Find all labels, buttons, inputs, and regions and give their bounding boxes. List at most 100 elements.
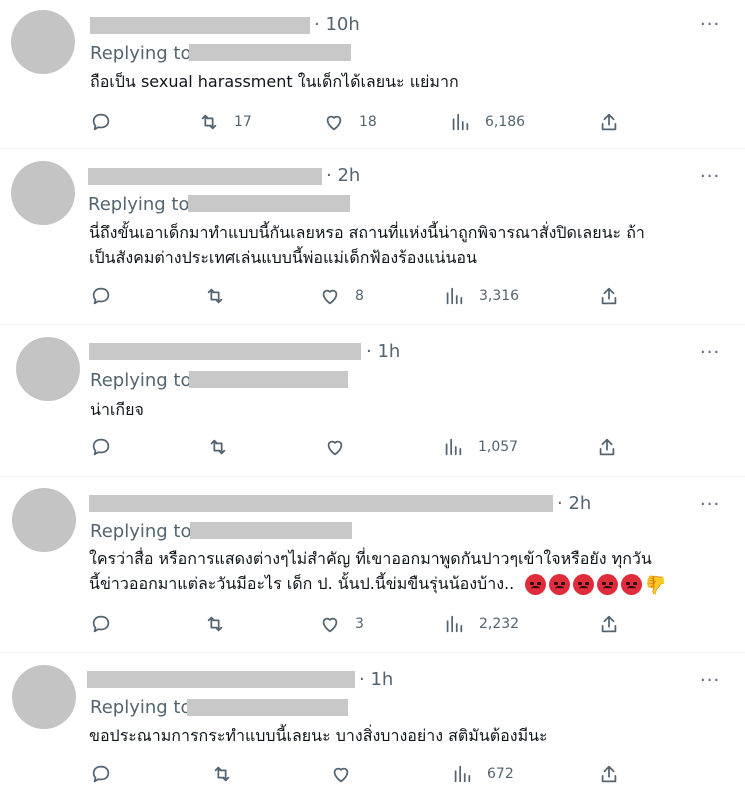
like-button[interactable]: 3	[319, 612, 364, 636]
redacted-handle	[187, 699, 348, 716]
retweet-button[interactable]	[207, 435, 229, 459]
like-count: 3	[355, 616, 364, 632]
share-icon	[601, 287, 617, 305]
replying-to-label: Replying to	[90, 521, 192, 542]
retweet-count: 17	[234, 114, 252, 130]
avatar[interactable]	[11, 161, 75, 225]
share-button[interactable]	[598, 110, 620, 134]
reply-icon	[92, 113, 110, 131]
share-button[interactable]	[598, 612, 620, 636]
timestamp[interactable]: · 2h	[557, 493, 591, 514]
view-count: 3,316	[479, 288, 520, 304]
reply-button[interactable]	[90, 612, 112, 636]
views-icon	[446, 287, 463, 305]
emoji-group: 👍	[525, 574, 668, 595]
heart-icon	[326, 115, 342, 131]
views-button[interactable]: 2,232	[443, 612, 519, 636]
views-icon	[446, 615, 463, 633]
avatar[interactable]	[16, 337, 80, 401]
tweet-4[interactable]: · 2h ··· Replying to ใครว่าสื่อ หรือการแ…	[0, 477, 745, 653]
like-button[interactable]	[324, 435, 346, 459]
replying-to-label: Replying to	[90, 697, 192, 718]
reply-button[interactable]	[90, 284, 112, 308]
like-button[interactable]: 8	[319, 284, 364, 308]
view-count: 1,057	[478, 439, 519, 455]
retweet-button[interactable]: 17	[198, 110, 252, 134]
reply-icon	[92, 287, 110, 305]
redacted-username	[88, 168, 322, 185]
redacted-username	[89, 343, 361, 360]
angry-face-icon	[573, 574, 595, 595]
reply-button[interactable]	[90, 110, 112, 134]
more-options-icon[interactable]: ···	[700, 496, 720, 514]
tweet-line: น่าเกียจ	[90, 400, 144, 419]
views-button[interactable]: 1,057	[442, 435, 518, 459]
tweet-line: นี่ถึงขั้นเอาเด็กมาทำแบบนี้กันเลยหรอ สถา…	[89, 223, 645, 242]
replying-to-label: Replying to	[90, 370, 192, 391]
tweet-3[interactable]: · 1h ··· Replying to น่าเกียจ 1,057	[0, 325, 745, 477]
angry-face-icon	[525, 574, 547, 595]
reply-icon	[92, 438, 110, 456]
reply-button[interactable]	[90, 762, 112, 786]
retweet-icon	[210, 439, 226, 455]
views-button[interactable]: 3,316	[443, 284, 519, 308]
tweet-1[interactable]: · 10h ··· Replying to ถือเป็น sexual har…	[0, 0, 745, 149]
view-count: 672	[487, 766, 514, 782]
retweet-icon	[207, 288, 223, 304]
retweet-icon	[207, 616, 223, 632]
redacted-username	[89, 495, 553, 512]
share-icon	[601, 113, 617, 131]
redacted-handle	[188, 195, 350, 212]
tweet-line: นี้ข่าวออกมาแต่ละวันมีอะไร เด็ก ป. นั้นป…	[89, 574, 515, 593]
tweet-line-with-emoji: นี้ข่าวออกมาแต่ละวันมีอะไร เด็ก ป. นั้นป…	[89, 571, 668, 596]
timestamp[interactable]: · 1h	[366, 341, 400, 362]
views-button[interactable]: 672	[451, 762, 514, 786]
timestamp[interactable]: · 10h	[314, 14, 360, 35]
tweet-line: ใครว่าสื่อ หรือการแสดงต่างๆไม่สำคัญ ที่เ…	[89, 549, 652, 568]
share-button[interactable]	[598, 284, 620, 308]
tweet-5[interactable]: · 1h ··· Replying to ขอประณามการกระทำแบบ…	[0, 653, 745, 801]
redacted-handle	[190, 522, 352, 539]
retweet-button[interactable]	[211, 762, 233, 786]
timestamp[interactable]: · 1h	[359, 669, 393, 690]
like-count: 18	[359, 114, 377, 130]
more-options-icon[interactable]: ···	[700, 672, 720, 690]
tweet-text: ใครว่าสื่อ หรือการแสดงต่างๆไม่สำคัญ ที่เ…	[89, 546, 668, 596]
thumbs-down-icon: 👍	[645, 574, 668, 595]
share-button[interactable]	[598, 762, 620, 786]
like-button[interactable]	[330, 762, 352, 786]
reply-icon	[92, 765, 110, 783]
tweet-line: ขอประณามการกระทำแบบนี้เลยนะ บางสิ่งบางอย…	[89, 726, 548, 745]
retweet-button[interactable]	[204, 284, 226, 308]
heart-icon	[322, 289, 338, 305]
retweet-icon	[201, 114, 217, 130]
more-options-icon[interactable]: ···	[700, 168, 720, 186]
view-count: 6,186	[485, 114, 526, 130]
angry-face-icon	[597, 574, 619, 595]
more-options-icon[interactable]: ···	[700, 344, 720, 362]
angry-face-icon	[621, 574, 643, 595]
avatar[interactable]	[12, 488, 76, 552]
avatar[interactable]	[12, 665, 76, 729]
heart-icon	[327, 440, 343, 456]
redacted-handle	[189, 371, 348, 388]
share-icon	[599, 438, 615, 456]
share-button[interactable]	[596, 435, 618, 459]
view-count: 2,232	[479, 616, 520, 632]
redacted-username	[90, 17, 310, 34]
views-button[interactable]: 6,186	[449, 110, 525, 134]
retweet-button[interactable]	[204, 612, 226, 636]
tweet-line: ถือเป็น sexual harassment ในเด็กได้เลยนะ…	[90, 72, 459, 91]
redacted-username	[87, 671, 355, 688]
avatar[interactable]	[11, 10, 75, 74]
views-icon	[445, 438, 462, 456]
more-options-icon[interactable]: ···	[700, 16, 720, 34]
views-icon	[452, 113, 469, 131]
share-icon	[601, 765, 617, 783]
like-button[interactable]: 18	[323, 110, 377, 134]
tweet-text: นี่ถึงขั้นเอาเด็กมาทำแบบนี้กันเลยหรอ สถา…	[89, 220, 645, 270]
tweet-2[interactable]: · 2h ··· Replying to นี่ถึงขั้นเอาเด็กมา…	[0, 149, 745, 325]
timestamp[interactable]: · 2h	[326, 165, 360, 186]
reply-button[interactable]	[90, 435, 112, 459]
redacted-handle	[189, 44, 351, 61]
